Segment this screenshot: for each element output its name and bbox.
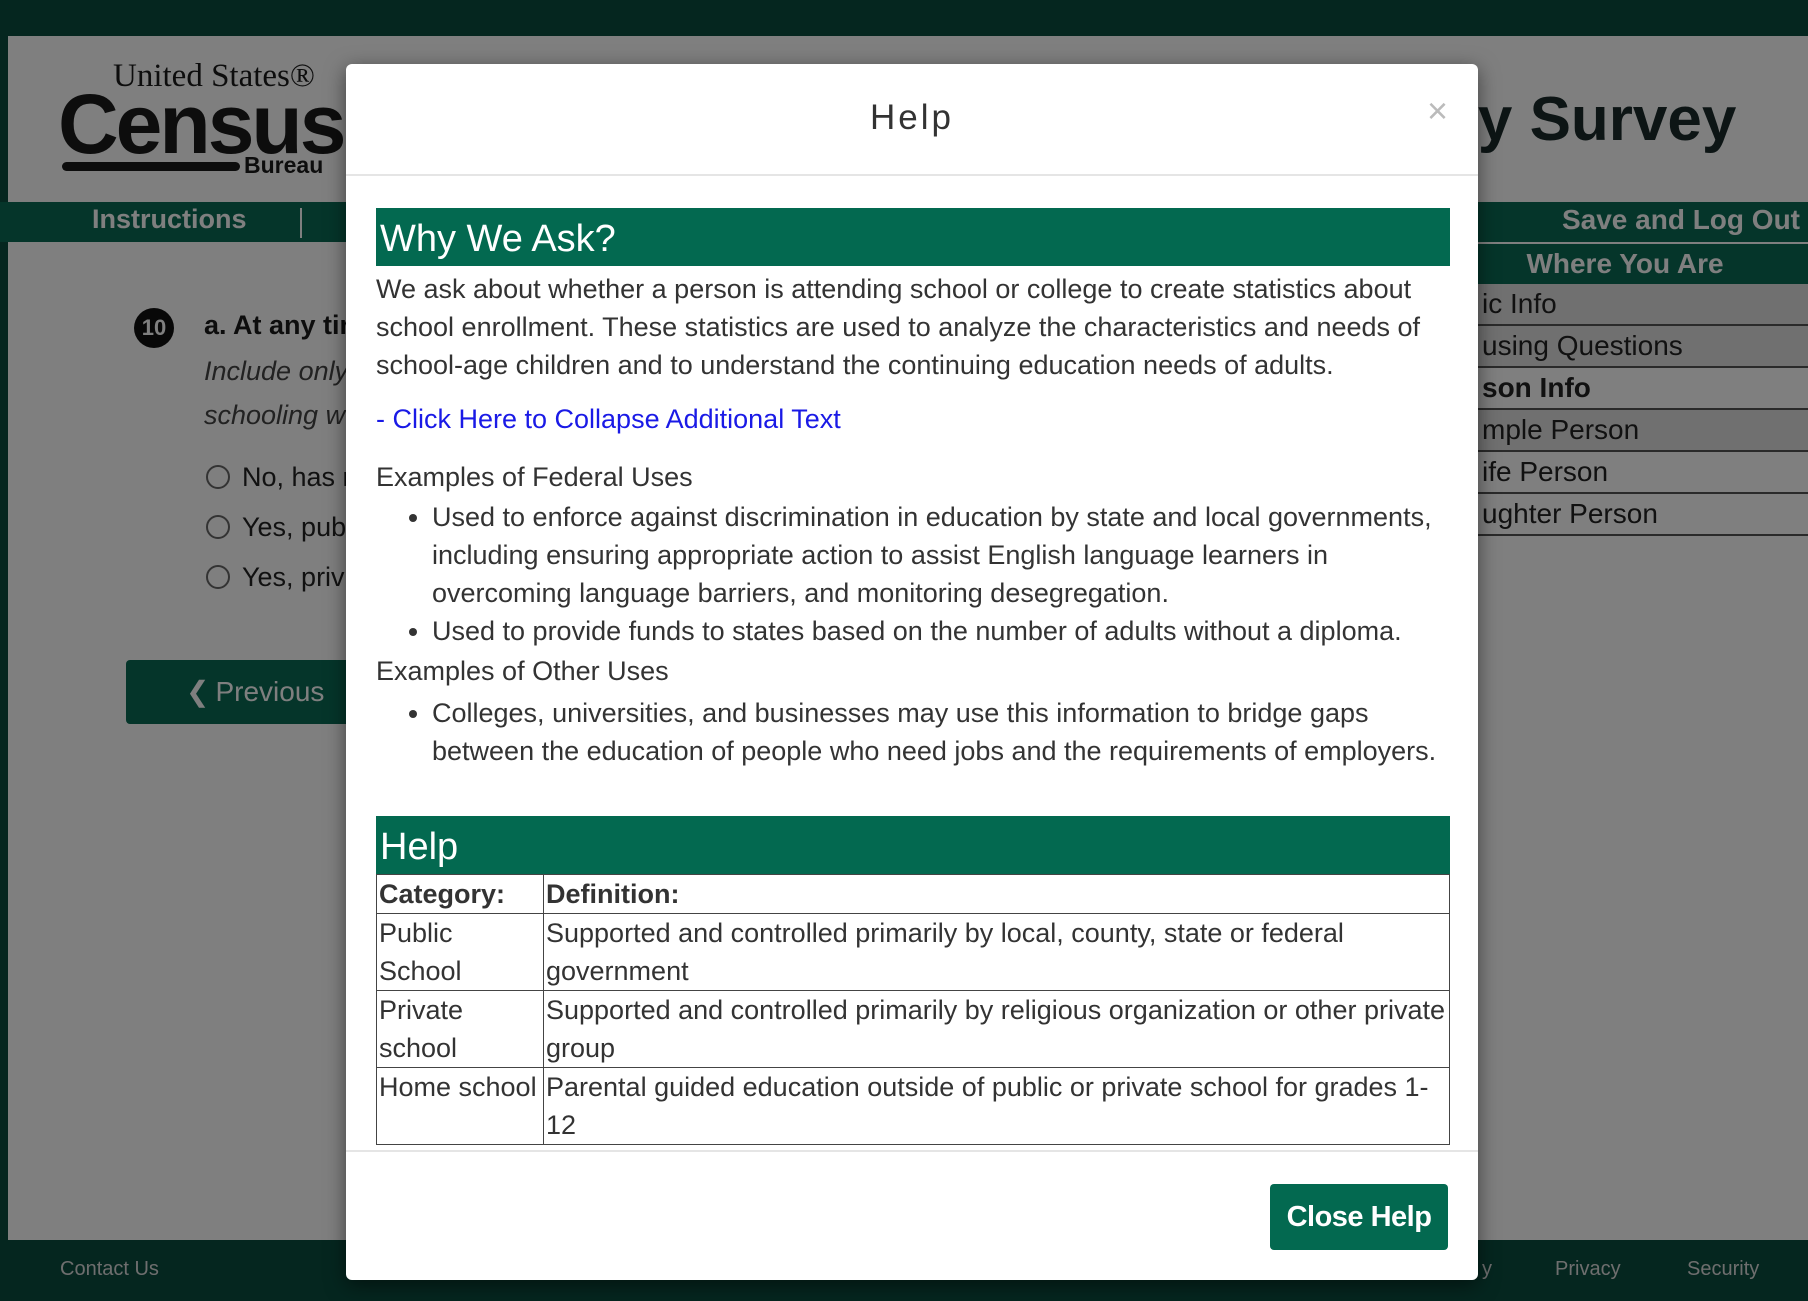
table-cell-category: Home school — [376, 1067, 544, 1145]
list-item: Used to enforce against discrimination i… — [432, 498, 1452, 612]
table-row: Public School Supported and controlled p… — [376, 913, 1450, 991]
list-item: Colleges, universities, and businesses m… — [432, 694, 1452, 770]
table-cell-category: Private school — [376, 990, 544, 1068]
table-cell-category: Public School — [376, 913, 544, 991]
table-row: Private school Supported and controlled … — [376, 990, 1450, 1068]
federal-uses-heading: Examples of Federal Uses — [376, 462, 693, 492]
other-uses-heading: Examples of Other Uses — [376, 656, 669, 686]
close-help-button[interactable]: Close Help — [1270, 1184, 1448, 1250]
table-cell-definition: Supported and controlled primarily by lo… — [543, 913, 1450, 991]
table-cell-definition: Supported and controlled primarily by re… — [543, 990, 1450, 1068]
definitions-table: Category: Definition: Public School Supp… — [376, 874, 1450, 1145]
modal-footer-divider — [346, 1150, 1478, 1152]
modal-header-divider — [346, 174, 1478, 176]
why-we-ask-text: We ask about whether a person is attendi… — [376, 274, 1421, 380]
collapse-text-link[interactable]: - Click Here to Collapse Additional Text — [376, 404, 841, 435]
help-section-header: Help — [376, 816, 1450, 874]
other-uses-list: Colleges, universities, and businesses m… — [376, 694, 1452, 770]
table-row: Home school Parental guided education ou… — [376, 1067, 1450, 1145]
why-we-ask-header: Why We Ask? — [376, 208, 1450, 266]
table-header-definition: Definition: — [543, 874, 1450, 914]
close-icon[interactable]: × — [1427, 90, 1448, 132]
table-cell-definition: Parental guided education outside of pub… — [543, 1067, 1450, 1145]
table-header-row: Category: Definition: — [376, 874, 1450, 914]
help-modal: Help × Why We Ask? We ask about whether … — [346, 64, 1478, 1280]
modal-title: Help — [870, 98, 954, 137]
table-header-category: Category: — [376, 874, 544, 914]
list-item: Used to provide funds to states based on… — [432, 612, 1452, 650]
federal-uses-list: Used to enforce against discrimination i… — [376, 498, 1452, 650]
